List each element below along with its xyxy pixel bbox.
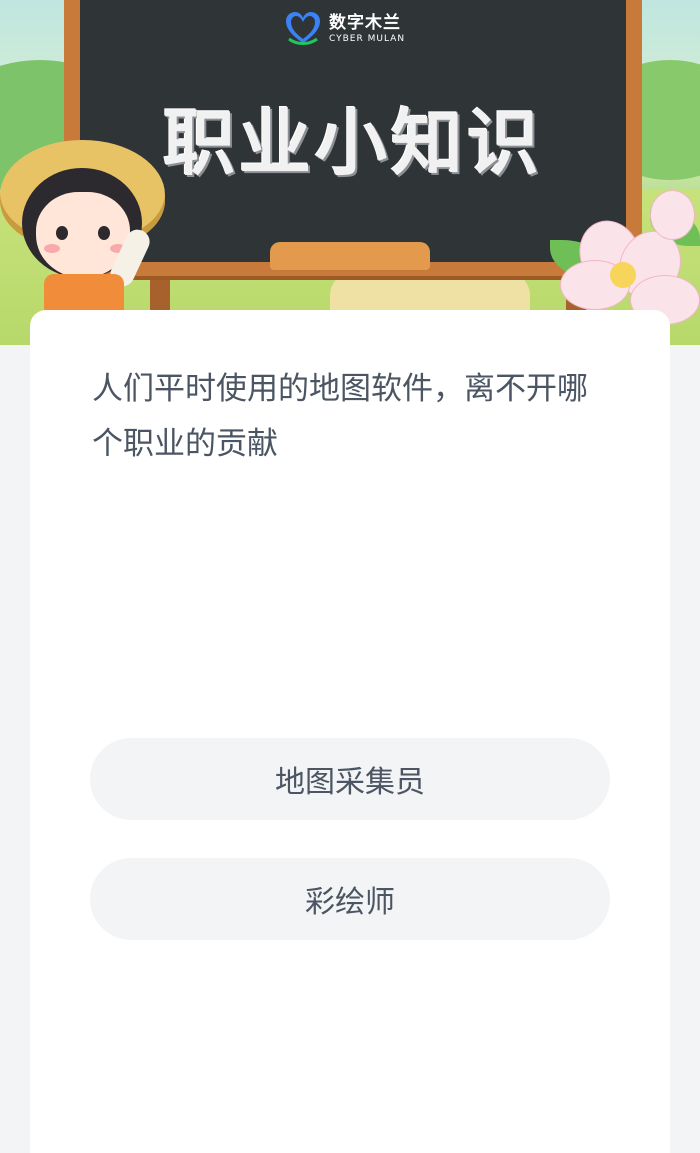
answer-option-painter[interactable]: 彩绘师 — [90, 858, 610, 940]
blush-left — [44, 244, 60, 253]
eye-left — [56, 226, 68, 240]
page-background-right — [670, 345, 700, 1153]
logo-chinese: 数字木兰 — [329, 12, 401, 33]
eye-right — [98, 226, 110, 240]
question-text: 人们平时使用的地图软件，离不开哪个职业的贡献 — [92, 371, 588, 462]
logo-text: 数字木兰 CYBER MULAN — [329, 12, 406, 44]
petal — [650, 190, 695, 240]
answer-option-map-collector[interactable]: 地图采集员 — [90, 738, 610, 820]
logo-english: CYBER MULAN — [329, 33, 406, 44]
heart-logo-icon — [283, 9, 323, 49]
chalkboard-ledge — [270, 242, 430, 270]
brand-logo: 数字木兰 CYBER MULAN — [283, 8, 405, 50]
header-banner: 数字木兰 CYBER MULAN 职业小知识 — [0, 0, 700, 345]
flower-center — [610, 262, 636, 288]
